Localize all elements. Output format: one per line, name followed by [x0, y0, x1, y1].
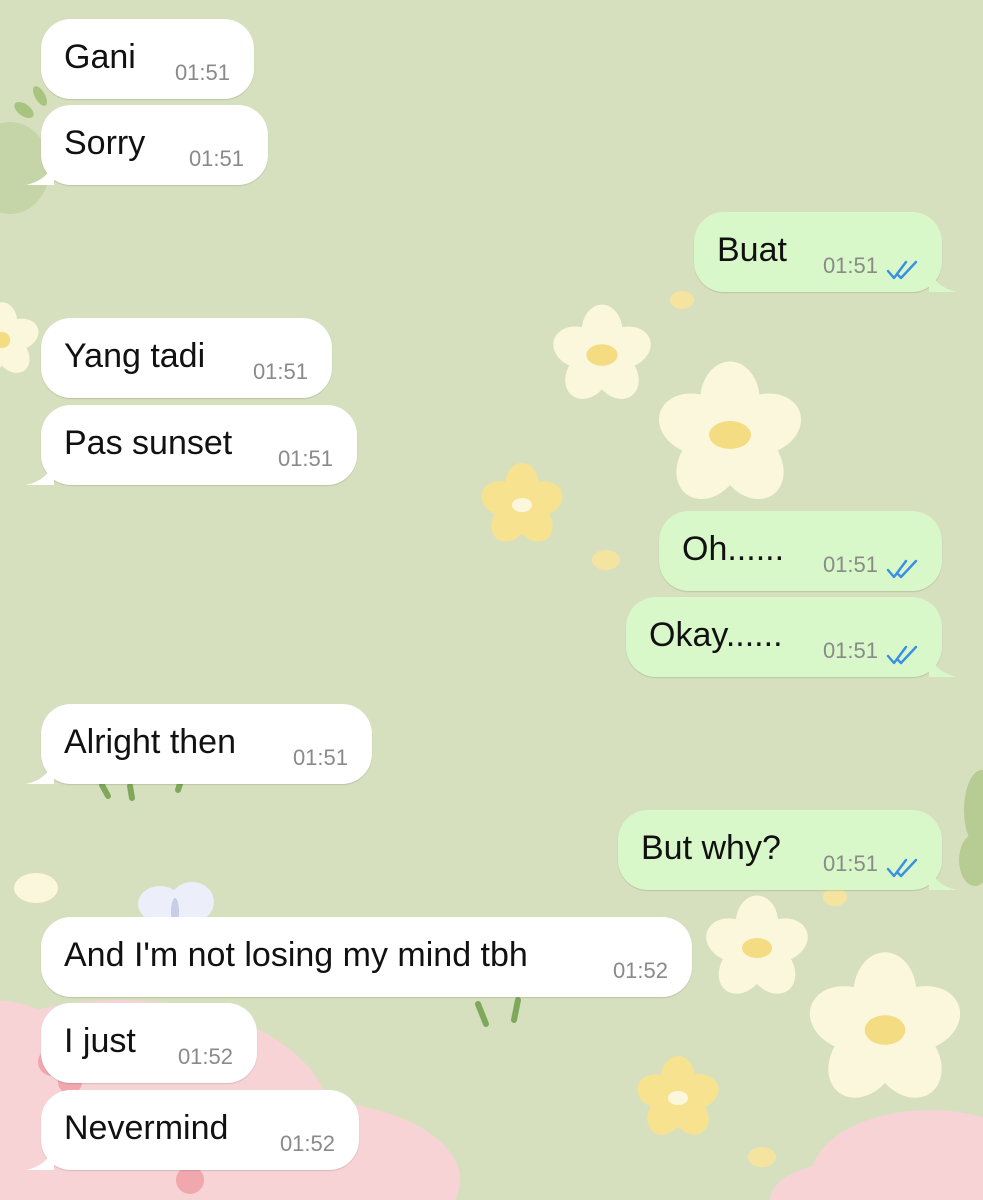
- message-text: Oh......: [682, 530, 785, 568]
- message-text: But why?: [641, 829, 781, 867]
- message-text: Alright then: [64, 723, 236, 761]
- double-check-icon: [886, 645, 918, 665]
- message-text: I just: [64, 1022, 136, 1060]
- message-bubble-outgoing[interactable]: Buat 01:51: [694, 212, 957, 292]
- message-bubble-incoming[interactable]: Sorry 01:51: [26, 105, 268, 185]
- message-timestamp: 01:51: [822, 851, 878, 876]
- double-check-icon: [886, 858, 918, 878]
- message-bubble-outgoing[interactable]: Okay...... 01:51: [626, 597, 957, 677]
- message-timestamp: 01:51: [822, 253, 878, 278]
- message-timestamp: 01:52: [177, 1044, 233, 1069]
- message-bubble-incoming[interactable]: Pas sunset 01:51: [26, 405, 357, 485]
- message-timestamp: 01:52: [279, 1131, 335, 1156]
- message-text: Sorry: [64, 124, 146, 162]
- bubble-tail: [26, 457, 54, 485]
- message-bubble-outgoing[interactable]: Oh...... 01:51: [659, 511, 942, 591]
- message-bubble-outgoing[interactable]: But why? 01:51: [618, 810, 957, 890]
- message-timestamp: 01:52: [612, 958, 668, 983]
- message-text: Yang tadi: [64, 337, 206, 375]
- double-check-icon: [886, 260, 918, 280]
- message-bubble-incoming[interactable]: I just 01:52: [41, 1003, 257, 1083]
- message-bubble-incoming[interactable]: Yang tadi 01:51: [41, 318, 332, 398]
- message-timestamp: 01:51: [277, 446, 333, 471]
- message-bubble-incoming[interactable]: Gani 01:51: [41, 19, 254, 99]
- bubble-tail: [929, 649, 957, 677]
- bubble-tail: [26, 1142, 54, 1170]
- bubble-tail: [26, 756, 54, 784]
- message-text: Pas sunset: [64, 424, 233, 462]
- message-bubble-incoming[interactable]: And I'm not losing my mind tbh 01:52: [41, 917, 692, 997]
- message-timestamp: 01:51: [188, 146, 244, 171]
- message-timestamp: 01:51: [174, 60, 230, 85]
- message-bubble-incoming[interactable]: Nevermind 01:52: [26, 1090, 359, 1170]
- message-text: And I'm not losing my mind tbh: [64, 936, 528, 974]
- message-bubble-incoming[interactable]: Alright then 01:51: [26, 704, 372, 784]
- message-timestamp: 01:51: [822, 552, 878, 577]
- double-check-icon: [886, 559, 918, 579]
- message-timestamp: 01:51: [292, 745, 348, 770]
- bubble-tail: [929, 264, 957, 292]
- message-text: Buat: [717, 231, 787, 269]
- message-list[interactable]: Gani 01:51 Sorry 01:51 Buat 01:51 Yang t…: [0, 0, 983, 1200]
- bubble-tail: [26, 157, 54, 185]
- message-text: Okay......: [649, 616, 783, 654]
- message-timestamp: 01:51: [822, 638, 878, 663]
- bubble-tail: [929, 862, 957, 890]
- message-timestamp: 01:51: [252, 359, 308, 384]
- message-text: Gani: [64, 38, 136, 76]
- message-text: Nevermind: [64, 1109, 229, 1147]
